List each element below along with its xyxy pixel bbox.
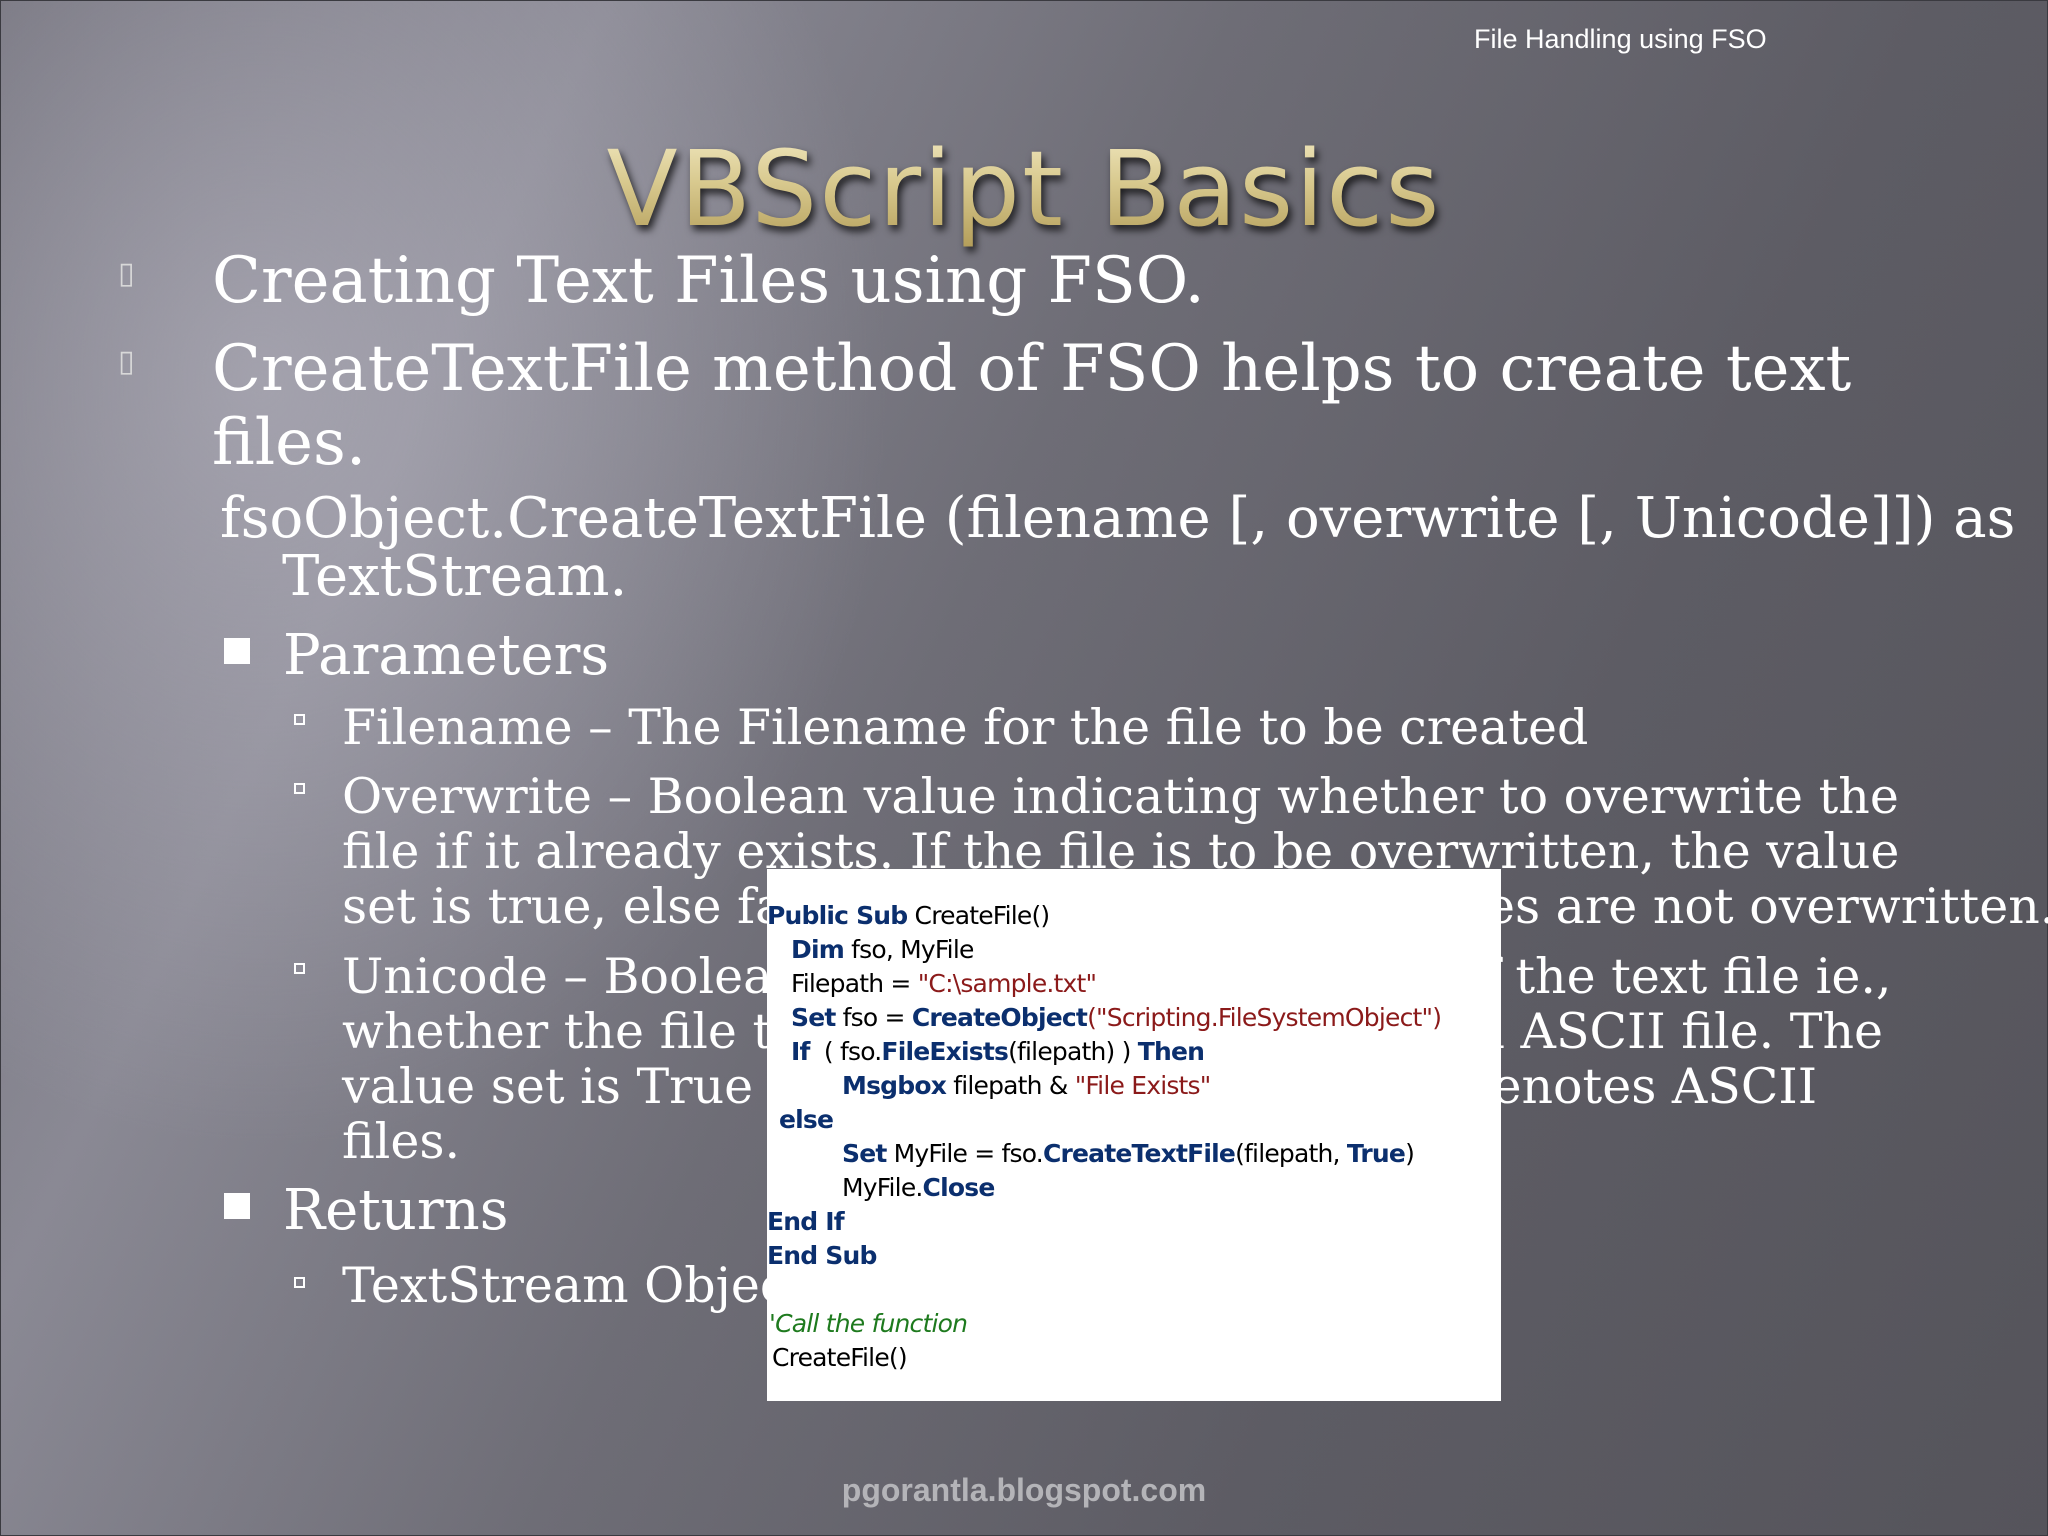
slide-header: File Handling using FSO	[1474, 24, 1767, 54]
code-line-5: If ( fso.FileExists(filepath) ) Then	[791, 1037, 1205, 1066]
param-unicode-line-4: files.	[342, 1113, 461, 1170]
bullet-marker-icon: ▯	[118, 344, 135, 379]
square-bullet-icon	[224, 638, 250, 664]
syntax-text: fsoObject.CreateTextFile (filename [, ov…	[220, 490, 2015, 606]
code-comment: 'Call the function	[769, 1309, 968, 1338]
bullet-marker-icon: ▯	[118, 256, 135, 291]
hollow-square-bullet-icon	[294, 783, 305, 794]
syntax-line-1: fsoObject.CreateTextFile (filename [, ov…	[220, 486, 2016, 551]
hollow-square-bullet-icon	[294, 963, 305, 974]
code-line-8: Set MyFile = fso.CreateTextFile(filepath…	[842, 1139, 1415, 1168]
code-line-call: CreateFile()	[772, 1343, 908, 1372]
code-line-9: MyFile.Close	[842, 1173, 995, 1202]
code-line-11: End Sub	[767, 1241, 877, 1270]
code-line-3: Filepath = "C:\sample.txt"	[791, 969, 1097, 998]
code-line-2: Dim fso, MyFile	[791, 935, 974, 964]
footer-blog-url: pgorantla.blogspot.com	[841, 1472, 1207, 1508]
code-line-4: Set fso = CreateObject("Scripting.FileSy…	[791, 1003, 1442, 1032]
bullet-createtextfile-method: CreateTextFile method of FSO helps to cr…	[212, 332, 1852, 406]
hollow-square-bullet-icon	[294, 1277, 305, 1288]
param-filename: Filename – The Filename for the file to …	[342, 699, 1589, 756]
param-overwrite-line-1: Overwrite – Boolean value indicating whe…	[342, 768, 1899, 825]
code-line-6: Msgbox filepath & "File Exists"	[842, 1071, 1211, 1100]
bullet-createtextfile-method-cont: files.	[212, 406, 367, 480]
slide-title: VBScript Basics	[0, 128, 2048, 250]
parameters-heading: Parameters	[283, 623, 610, 688]
returns-textstream-object: TextStream Object	[342, 1257, 807, 1314]
returns-heading: Returns	[283, 1178, 509, 1243]
code-sample-box: Public Sub CreateFile() Dim fso, MyFile …	[767, 869, 1501, 1401]
syntax-line-2: TextStream.	[282, 544, 628, 609]
code-line-7: else	[779, 1105, 834, 1134]
hollow-square-bullet-icon	[294, 714, 305, 725]
code-line-10: End If	[767, 1207, 845, 1236]
square-bullet-icon	[224, 1193, 250, 1219]
bullet-creating-text-files: Creating Text Files using FSO.	[212, 244, 1205, 318]
code-line-1: Public Sub CreateFile()	[767, 901, 1050, 930]
